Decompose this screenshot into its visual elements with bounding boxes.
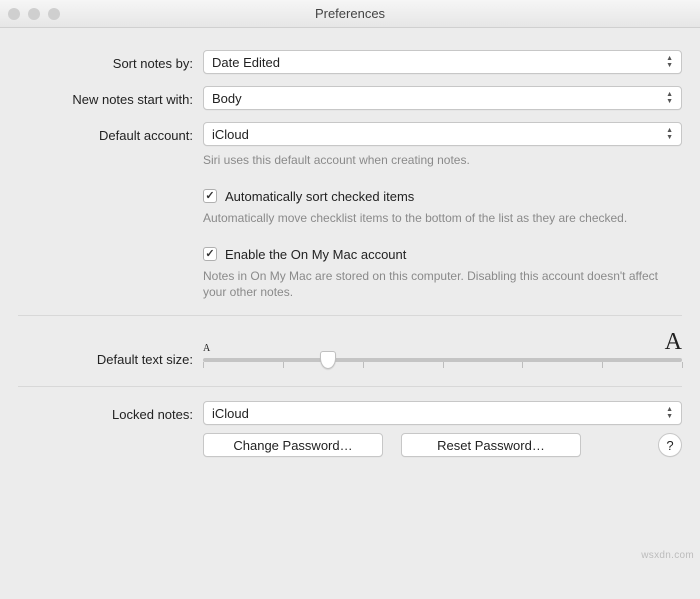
slider-thumb[interactable] xyxy=(320,351,336,369)
reset-password-button[interactable]: Reset Password… xyxy=(401,433,581,457)
start-value: Body xyxy=(212,91,242,106)
autosort-help: Automatically move checklist items to th… xyxy=(203,210,682,227)
change-password-button[interactable]: Change Password… xyxy=(203,433,383,457)
textsize-max-icon: A xyxy=(665,330,682,354)
watermark: wsxdn.com xyxy=(641,550,694,561)
sort-select[interactable]: Date Edited ▲▼ xyxy=(203,50,682,74)
autosort-label: Automatically sort checked items xyxy=(225,189,414,204)
stepper-icon: ▲▼ xyxy=(666,406,673,420)
account-value: iCloud xyxy=(212,127,249,142)
account-select[interactable]: iCloud ▲▼ xyxy=(203,122,682,146)
window-title: Preferences xyxy=(0,6,700,21)
help-button[interactable]: ? xyxy=(658,433,682,457)
titlebar: Preferences xyxy=(0,0,700,28)
locked-value: iCloud xyxy=(212,406,249,421)
start-select[interactable]: Body ▲▼ xyxy=(203,86,682,110)
slider-track[interactable] xyxy=(203,358,682,362)
account-label: Default account: xyxy=(18,122,193,143)
onmymac-label: Enable the On My Mac account xyxy=(225,247,406,262)
account-help: Siri uses this default account when crea… xyxy=(203,152,682,169)
locked-select[interactable]: iCloud ▲▼ xyxy=(203,401,682,425)
textsize-min-icon: A xyxy=(203,344,210,354)
sort-label: Sort notes by: xyxy=(18,50,193,71)
divider xyxy=(18,386,682,387)
locked-label: Locked notes: xyxy=(18,401,193,422)
preferences-panel: Sort notes by: Date Edited ▲▼ New notes … xyxy=(0,28,700,477)
stepper-icon: ▲▼ xyxy=(666,91,673,105)
textsize-label: Default text size: xyxy=(18,330,193,367)
onmymac-checkbox[interactable] xyxy=(203,247,217,261)
start-label: New notes start with: xyxy=(18,86,193,107)
onmymac-help: Notes in On My Mac are stored on this co… xyxy=(203,268,682,302)
divider xyxy=(18,315,682,316)
stepper-icon: ▲▼ xyxy=(666,127,673,141)
stepper-icon: ▲▼ xyxy=(666,55,673,69)
autosort-checkbox[interactable] xyxy=(203,189,217,203)
textsize-slider[interactable]: A A xyxy=(203,330,682,372)
sort-value: Date Edited xyxy=(212,55,280,70)
